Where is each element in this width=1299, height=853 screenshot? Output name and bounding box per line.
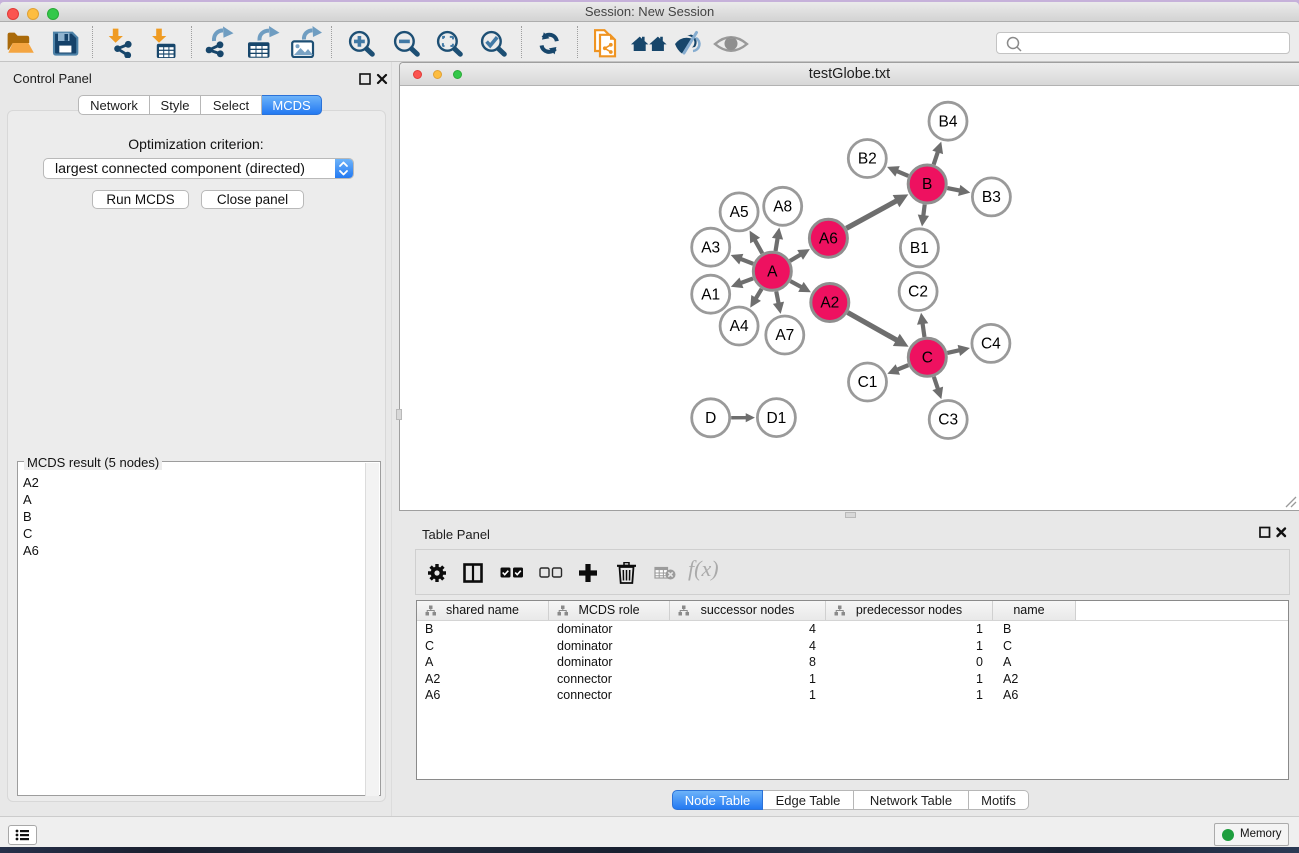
svg-text:A: A [767, 264, 778, 281]
svg-text:D: D [705, 410, 716, 427]
svg-text:A7: A7 [775, 327, 794, 344]
svg-text:C1: C1 [858, 374, 878, 391]
svg-text:C2: C2 [908, 284, 928, 301]
svg-text:A4: A4 [730, 318, 749, 335]
svg-text:A2: A2 [820, 295, 839, 312]
svg-text:A5: A5 [730, 204, 749, 221]
svg-text:C4: C4 [981, 336, 1001, 353]
svg-text:C3: C3 [938, 412, 958, 429]
svg-text:C: C [922, 350, 933, 367]
svg-text:B2: B2 [858, 151, 877, 168]
svg-text:B4: B4 [939, 113, 958, 130]
svg-text:A6: A6 [819, 230, 838, 247]
svg-text:B3: B3 [982, 189, 1001, 206]
svg-text:A1: A1 [701, 286, 720, 303]
svg-text:A8: A8 [773, 199, 792, 216]
svg-text:A3: A3 [701, 239, 720, 256]
svg-text:B: B [922, 176, 932, 193]
svg-text:D1: D1 [766, 410, 786, 427]
svg-text:B1: B1 [910, 240, 929, 257]
